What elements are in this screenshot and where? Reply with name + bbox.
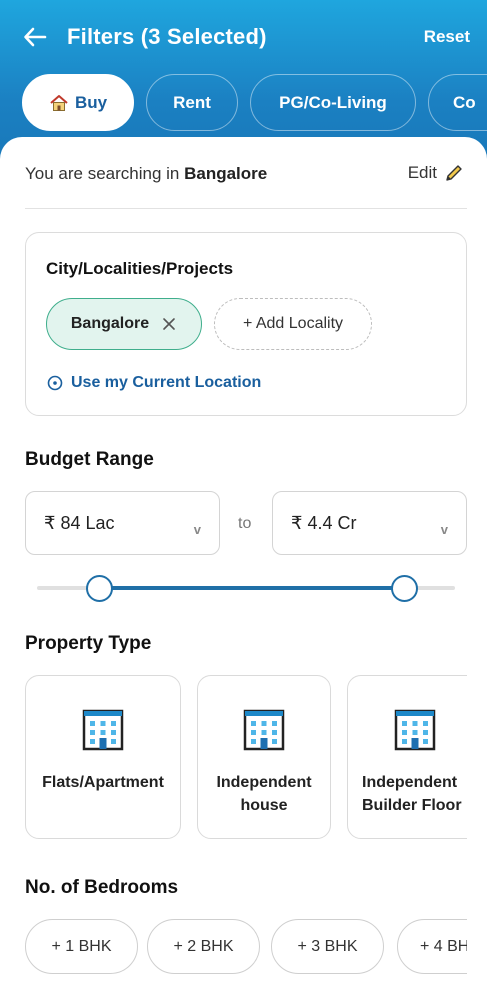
close-icon[interactable] (161, 316, 177, 332)
budget-min-select[interactable]: ₹ 84 Lac v (25, 491, 220, 555)
bedroom-option-3bhk[interactable]: + 3 BHK (271, 919, 384, 974)
chevron-down-icon: v (440, 522, 448, 537)
building-icon (394, 709, 436, 751)
back-arrow-icon[interactable] (22, 24, 48, 50)
divider (25, 208, 467, 209)
house-icon (50, 94, 68, 111)
property-type-label: Independent Builder Floor (348, 771, 467, 817)
budget-title: Budget Range (25, 449, 154, 470)
building-icon (243, 709, 285, 751)
edit-label: Edit (407, 163, 437, 182)
locality-box: City/Localities/Projects Bangalore + Add… (25, 232, 467, 416)
pencil-icon (446, 165, 462, 181)
property-type-line1: Flats/Apartment (42, 774, 164, 791)
property-type-flats[interactable]: Flats/Apartment (25, 675, 181, 839)
budget-max-value: ₹ 4.4 Cr (291, 513, 357, 533)
budget-slider-min-handle[interactable] (86, 575, 114, 602)
tab-buy-label: Buy (74, 92, 108, 112)
property-type-line2: house (240, 797, 288, 814)
bedrooms-title: No. of Bedrooms (25, 877, 179, 898)
location-target-icon (47, 375, 63, 391)
reset-button[interactable]: Reset (424, 27, 470, 47)
tab-rent[interactable]: Rent (146, 74, 238, 131)
bedroom-option-1bhk[interactable]: + 1 BHK (25, 919, 138, 974)
bedroom-option-2bhk[interactable]: + 2 BHK (147, 919, 260, 974)
property-type-label: Independent house (198, 771, 330, 817)
budget-min-value: ₹ 84 Lac (44, 513, 115, 533)
property-type-builder-floor[interactable]: Independent Builder Floor (347, 675, 467, 839)
add-locality-button[interactable]: + Add Locality (214, 298, 372, 350)
tab-pg-label: PG/Co-Living (279, 92, 387, 112)
budget-slider-fill (99, 586, 405, 590)
selected-locality-chip[interactable]: Bangalore (46, 298, 202, 350)
search-prefix: You are searching in (25, 164, 185, 183)
edit-city-button[interactable]: Edit (408, 162, 465, 184)
page-title: Filters (3 Selected) (67, 24, 267, 49)
property-type-title: Property Type (25, 633, 152, 654)
search-city: Bangalore (184, 164, 268, 183)
tab-buy[interactable]: Buy (22, 74, 134, 131)
property-type-line1: Independent (216, 774, 312, 791)
listing-type-tabs: Buy Rent PG/Co-Living Co (22, 74, 487, 132)
property-type-line2: Builder Floor (362, 797, 462, 814)
bedroom-options: + 1 BHK + 2 BHK + 3 BHK + 4 BHK (25, 919, 467, 975)
property-type-list: Flats/Apartment Independent house Indepe… (25, 675, 467, 840)
use-current-location-button[interactable]: Use my Current Location (47, 374, 261, 392)
bedroom-option-4bhk[interactable]: + 4 BHK (397, 919, 467, 974)
selected-locality-label: Bangalore (70, 315, 150, 332)
locality-title: City/Localities/Projects (46, 259, 234, 278)
tab-commercial-label: Co (453, 92, 476, 112)
building-icon (82, 709, 124, 751)
property-type-label: Flats/Apartment (26, 771, 180, 794)
tab-pg-co-living[interactable]: PG/Co-Living (250, 74, 416, 131)
property-type-line1: Independent (362, 774, 458, 791)
tab-rent-label: Rent (173, 92, 211, 112)
budget-max-select[interactable]: ₹ 4.4 Cr v (272, 491, 467, 555)
use-location-label: Use my Current Location (71, 374, 262, 391)
budget-to-label: to (238, 515, 252, 532)
property-type-independent-house[interactable]: Independent house (197, 675, 331, 839)
chevron-down-icon: v (193, 522, 201, 537)
search-context: You are searching in Bangalore (25, 164, 267, 184)
tab-commercial[interactable]: Co (428, 74, 487, 131)
